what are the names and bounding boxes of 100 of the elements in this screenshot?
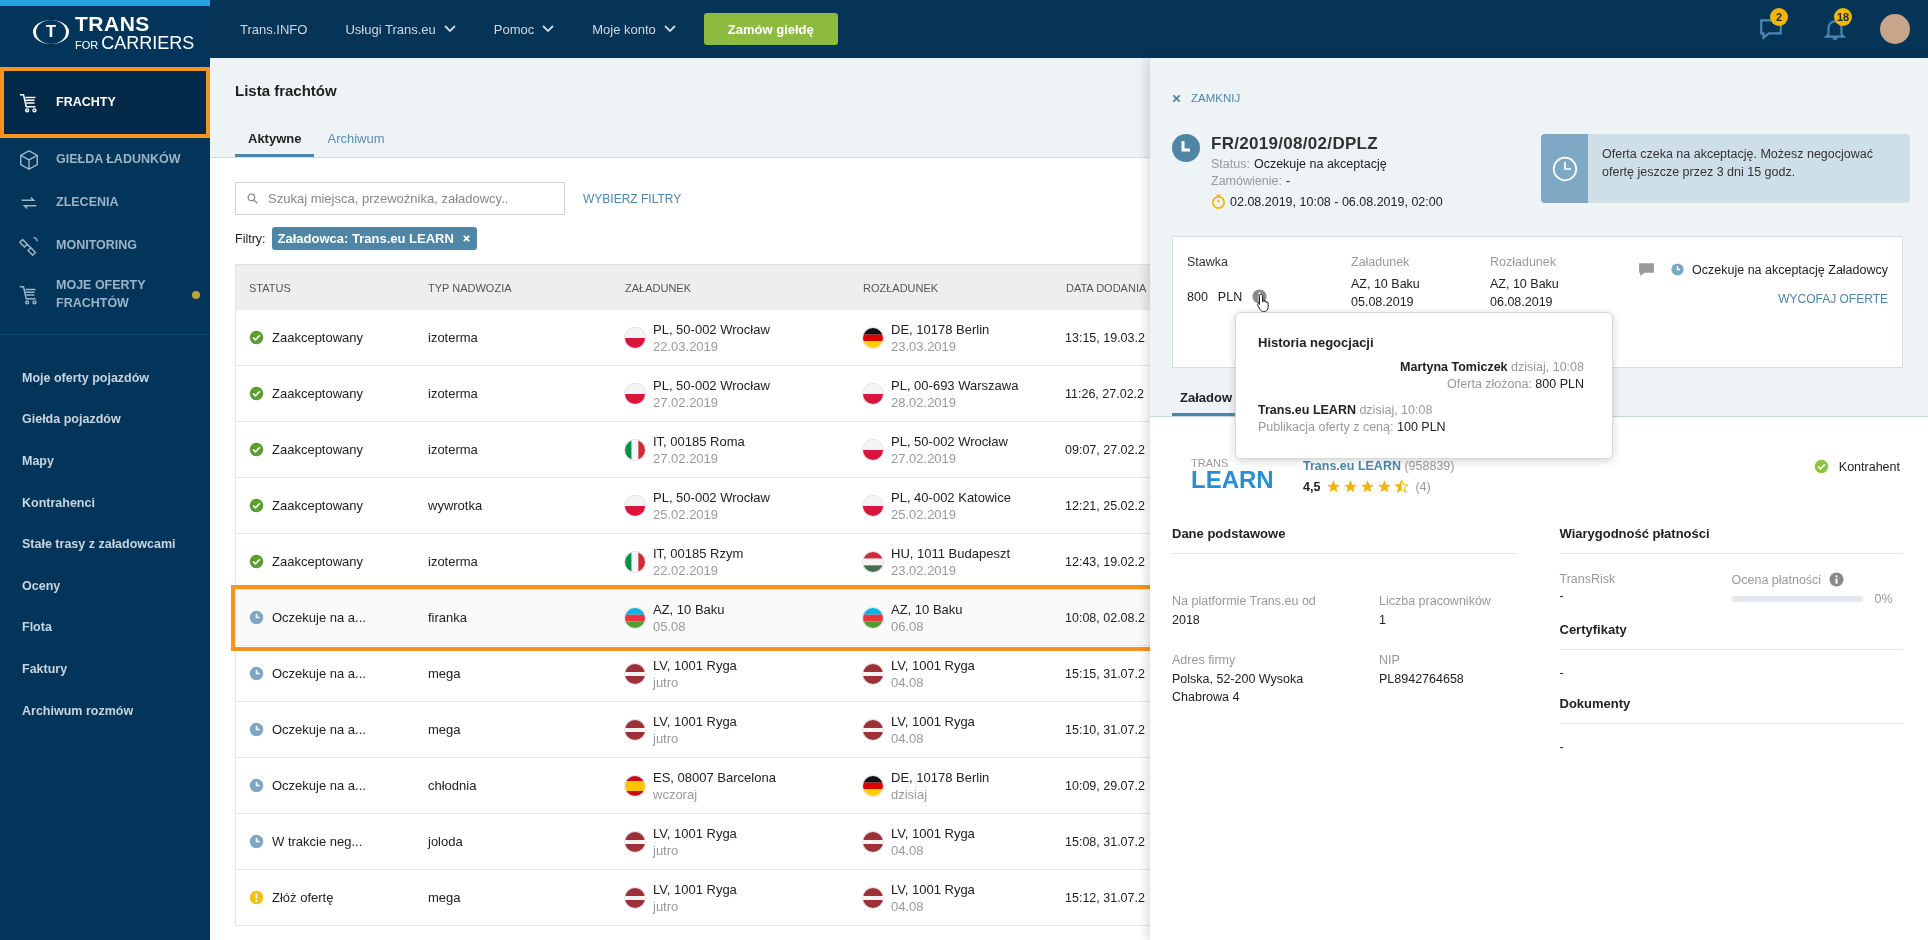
sidebar-item[interactable]: MONITORING (0, 224, 210, 267)
comment-icon[interactable] (1638, 261, 1656, 278)
table-cell-text: 04.08 (891, 674, 925, 690)
unloading-date: 06.08.2019 (1490, 295, 1554, 309)
chevron-down-icon (542, 25, 555, 33)
table-cell: Zaakceptowany (272, 554, 364, 569)
sidebar-item[interactable]: FRACHTY (0, 67, 210, 138)
rate-value: 800 (1187, 289, 1208, 304)
field-value: - (1559, 589, 1565, 603)
nav-menu-item[interactable]: Usługi Trans.eu (345, 21, 456, 37)
star-icon (1394, 479, 1410, 494)
sidebar-link[interactable]: Faktury (0, 648, 210, 690)
loading-label: Załadunek (1351, 255, 1411, 269)
sidebar-item[interactable]: ZLECENIA (0, 181, 210, 224)
table-cell: 15:12, 31.07.2 (1065, 890, 1145, 905)
table-cell: PL, 50-002 Wrocław (653, 377, 770, 393)
table-cell-text: 04.08 (891, 730, 925, 746)
entry-value: 100 PLN (1397, 420, 1446, 434)
clock-icon (1551, 155, 1578, 182)
company-id: (958839) (1404, 459, 1455, 473)
field-label: NIP (1379, 653, 1401, 668)
nav-menu-item[interactable]: Moje konto (592, 21, 676, 37)
table-row[interactable]: Oczekuje na a... mega LV, 1001 Ryga jutro LV, 1001 Ryga 04.08 15:15, 31.07.2 (236, 646, 1151, 702)
sidebar-link[interactable]: Archiwum rozmów (0, 689, 210, 732)
close-button[interactable]: ZAMKNIJ (1172, 92, 1903, 104)
entry-value: 800 PLN (1535, 377, 1584, 391)
message-count-badge: 2 (1770, 8, 1788, 26)
section-heading: Dane podstawowe (1172, 526, 1516, 554)
field-value: 2018 (1172, 612, 1201, 629)
column-header[interactable]: ZAŁADUNEK (612, 281, 850, 294)
filter-chip[interactable]: Załadowca: Trans.eu LEARN (271, 227, 477, 250)
section-heading: Wiarygodność płatności (1559, 526, 1903, 554)
entry-time: dzisiaj, 10:08 (1511, 360, 1584, 374)
table-cell-text: 04.08 (891, 898, 925, 914)
table-cell: Oczekuje na a... (272, 722, 366, 737)
page-title: Lista frachtów (235, 82, 337, 99)
table-cell-text: jutro (653, 842, 680, 858)
withdraw-offer-link[interactable]: WYCOFAJ OFERTE (1778, 292, 1888, 306)
order-value: - (1285, 174, 1291, 188)
sidebar-link[interactable]: Flota (0, 606, 210, 649)
stopwatch-icon (1211, 194, 1226, 209)
table-cell: joloda (428, 834, 463, 849)
freight-number: FR/2019/08/02/DPLZ (1211, 134, 1379, 154)
table-cell-text: 22.03.2019 (653, 338, 720, 354)
check-icon (1813, 459, 1829, 474)
table-cell: LV, 1001 Ryga (891, 657, 975, 673)
table-cell: Oczekuje na a... (272, 610, 366, 625)
sidebar-link[interactable]: Oceny (0, 564, 210, 607)
table-cell: AZ, 10 Baku (653, 601, 725, 617)
column-header[interactable]: DATA DODANIA (1053, 281, 1151, 294)
field-value: - (1559, 740, 1565, 754)
nav-menu-item[interactable]: Pomoc (493, 21, 555, 37)
progress-percent: 0% (1874, 592, 1893, 606)
section-heading: Dokumenty (1559, 696, 1903, 724)
tooltip-title: Historia negocjacji (1258, 335, 1375, 350)
filters-link[interactable]: WYBIERZ FILTRY (583, 191, 682, 206)
table-cell: LV, 1001 Ryga (891, 825, 975, 841)
sidebar-link[interactable]: Kontrahenci (0, 481, 210, 524)
table-cell-text: 23.03.2019 (891, 338, 958, 354)
entry-author: Martyna Tomiczek (1400, 360, 1508, 374)
table-cell: AZ, 10 Baku (891, 601, 963, 617)
chevron-down-icon (663, 25, 676, 33)
table-cell: ES, 08007 Barcelona (653, 769, 776, 785)
entry-time: dzisiaj, 10:08 (1359, 403, 1433, 417)
star-icon (1360, 479, 1376, 494)
rate-label: Stawka (1187, 255, 1229, 269)
table-cell: chłodnia (428, 778, 477, 793)
status-value: Oczekuje na akceptację (1253, 157, 1387, 171)
table-cell: 12:21, 25.02.2 (1065, 498, 1145, 513)
table-cell: IT, 00185 Rzym (653, 545, 744, 561)
table-cell: Oczekuje na a... (272, 666, 366, 681)
sidebar-item[interactable]: MOJE OFERTY FRACHTÓW (0, 267, 210, 322)
currency: PLN (1217, 289, 1243, 304)
table-cell: 13:15, 19.03.2 (1065, 330, 1145, 345)
sidebar-item[interactable]: GIEŁDA ŁADUNKÓW (0, 138, 210, 181)
entry-label: Publikacja oferty z ceną: (1258, 420, 1394, 434)
sidebar-link[interactable]: Giełda pojazdów (0, 398, 210, 441)
nav-menu-item[interactable]: Trans.INFO (240, 21, 308, 37)
table-cell: 11:26, 27.02.2 (1065, 386, 1144, 401)
close-icon[interactable] (461, 234, 471, 243)
table-cell-text: jutro (653, 674, 680, 690)
column-header[interactable]: STATUS (236, 281, 415, 294)
section-heading: Certyfikaty (1559, 622, 1903, 650)
sidebar-link[interactable]: Mapy (0, 440, 210, 482)
sidebar-link[interactable]: Moje oferty pojazdów (0, 357, 210, 399)
field-value: PL8942764658 (1379, 671, 1465, 689)
table-cell: mega (428, 722, 461, 737)
table-cell-text: jutro (653, 730, 680, 746)
sidebar-link[interactable]: Stałe trasy z załadowcami (0, 523, 210, 565)
table-cell: 15:08, 31.07.2 (1065, 834, 1145, 849)
banner-text: Oferta czeka na akceptację. Możesz negocjować ofertę jeszcze przez 3 dni 15 godz. (1601, 146, 1874, 182)
avatar[interactable] (1880, 14, 1910, 44)
column-header[interactable]: ROZŁADUNEK (850, 281, 1053, 294)
field-label: Liczba pracowników (1379, 594, 1492, 608)
field-label: Ocena płatności (1731, 572, 1822, 587)
offer-period: 02.08.2019, 10:08 - 06.08.2019, 02:00 (1230, 194, 1443, 209)
unloading-label: Rozładunek (1490, 255, 1557, 269)
column-header[interactable]: TYP NADWOZIA (415, 281, 612, 294)
company-name-link[interactable]: Trans.eu LEARN (1303, 459, 1401, 473)
search-field[interactable]: Szukaj miejsca, przewoźnika, załadowcy.. (235, 182, 565, 215)
